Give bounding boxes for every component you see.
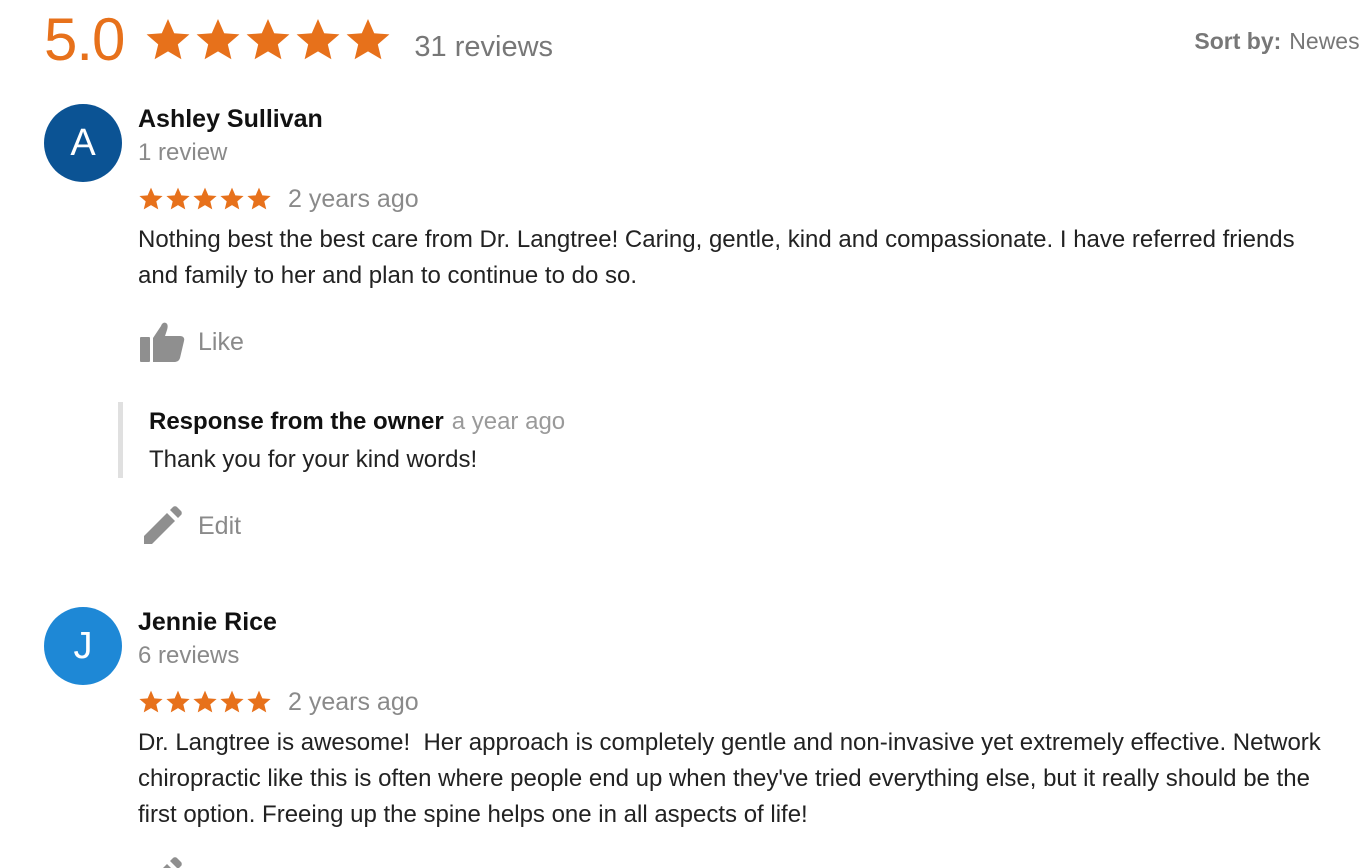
star-icon [220,187,244,210]
star-icon [193,690,217,713]
edit-label: Edit [198,511,242,540]
thumbs-up-icon [140,322,185,362]
star-icon [247,187,271,210]
star-icon [247,690,271,713]
star-icon [247,19,290,60]
star-icon [166,187,190,210]
star-icon [147,19,190,60]
review-stars [138,689,272,715]
review-rating-row: 2 years ago [138,687,1338,717]
owner-response: Response from the owner a year ago Thank … [118,402,1338,478]
reviewer-review-count: 1 review [138,139,228,166]
avatar[interactable]: J [44,607,122,685]
reviews-page: 5.0 31 reviews Sort by: Newest A Ashley S… [0,0,1360,868]
sort-control[interactable]: Sort by: Newest [1194,28,1360,55]
star-icon [197,19,240,60]
pencil-icon [163,857,182,868]
review-text: Nothing best the best care from Dr. Lang… [138,226,1302,289]
sort-label: Sort by: [1194,28,1282,54]
like-button[interactable]: Like [138,320,1338,364]
pencil-icon [144,506,182,544]
edit-icon-partial[interactable] [138,855,1338,868]
reviewer-name[interactable]: Ashley Sullivan [138,104,1338,134]
review-body: Jennie Rice 6 reviews 2 years ago Dr. La… [138,607,1338,868]
review-text: Dr. Langtree is awesome! Her approach is… [138,729,1328,828]
reviewer-review-count: 6 reviews [138,642,240,669]
sort-value[interactable]: Newest [1289,28,1360,54]
star-icon [139,690,163,713]
like-label: Like [198,327,244,356]
reviewer-name[interactable]: Jennie Rice [138,607,1338,637]
star-icon [139,187,163,210]
star-icon [193,187,217,210]
owner-response-date: a year ago [451,408,566,435]
owner-response-text: Thank you for your kind words! [149,446,478,473]
rating-summary: 5.0 31 reviews [44,0,553,80]
star-icon [347,19,390,60]
edit-response-button[interactable]: Edit [138,504,1338,548]
review-date: 2 years ago [288,184,419,213]
review-body: Ashley Sullivan 1 review 2 years ago Not… [118,104,1338,548]
star-icon [220,690,244,713]
review-rating-row: 2 years ago [138,184,1338,214]
review-stars [138,186,272,212]
average-rating-stars [144,16,392,64]
star-icon [297,19,340,60]
owner-response-header: Response from the owner a year ago [149,408,1338,436]
avatar[interactable]: A [44,104,122,182]
review-date: 2 years ago [288,687,419,716]
star-icon [166,690,190,713]
total-review-count: 31 reviews [414,30,554,63]
owner-response-title: Response from the owner [149,408,444,435]
average-rating: 5.0 [44,6,125,73]
